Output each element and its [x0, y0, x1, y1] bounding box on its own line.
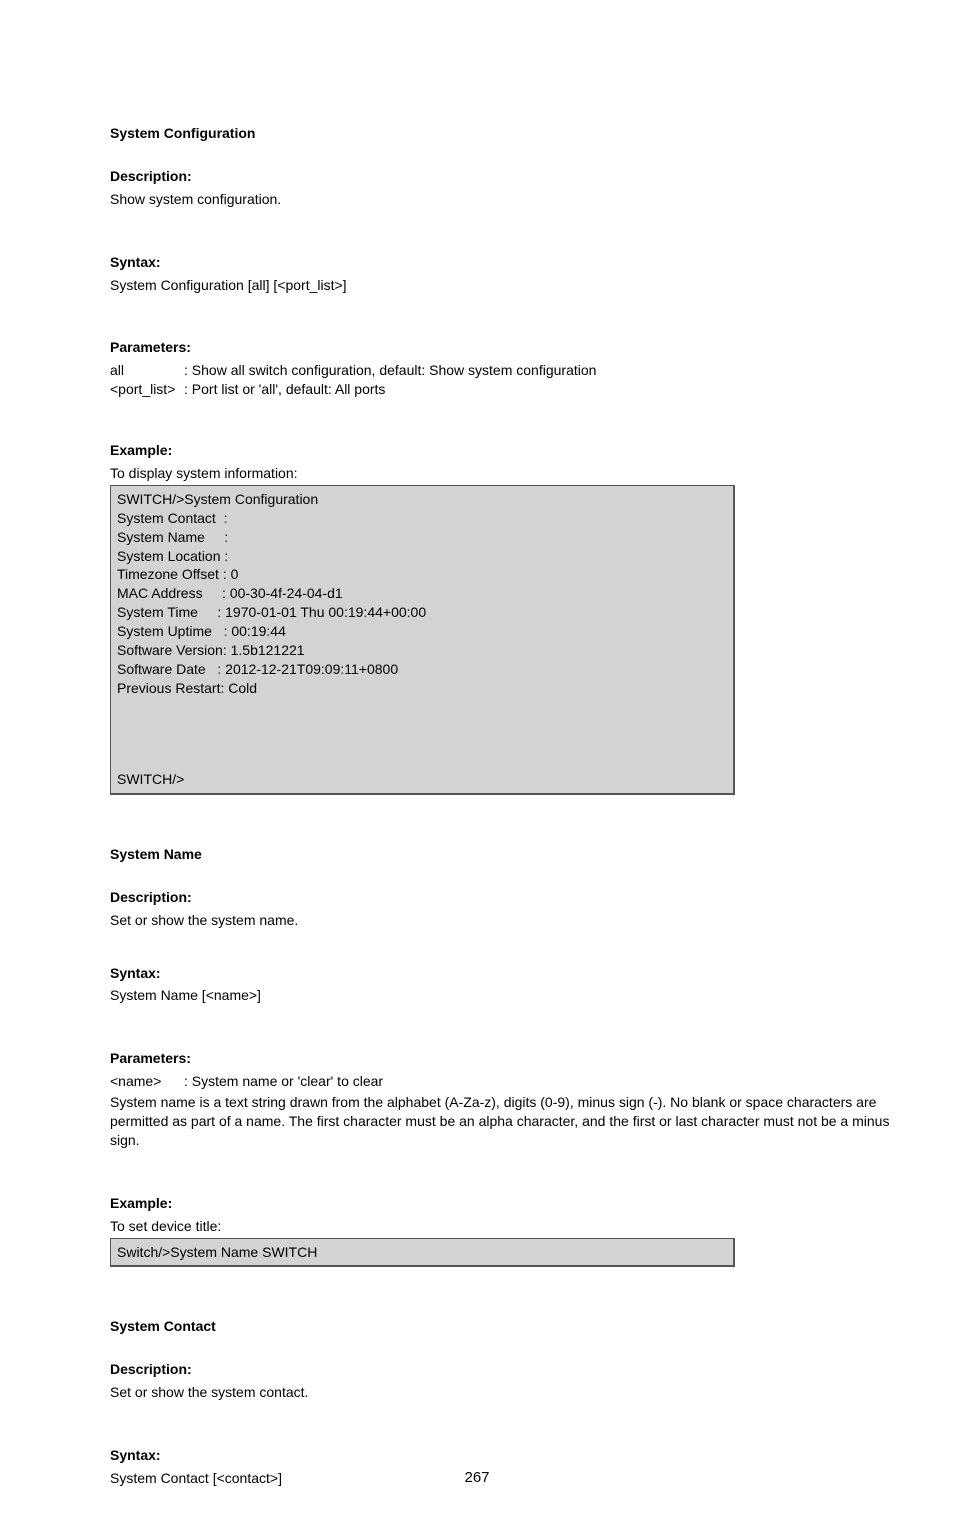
terminal-line: Timezone Offset : 0: [117, 565, 727, 584]
page-number: 267: [0, 1468, 954, 1488]
label-description: Description:: [110, 167, 894, 186]
label-description: Description:: [110, 1360, 894, 1379]
parameter-row: <port_list> : Port list or 'all', defaul…: [110, 380, 894, 399]
label-syntax: Syntax:: [110, 1446, 894, 1465]
text-description: Set or show the system contact.: [110, 1383, 894, 1402]
text-description: Set or show the system name.: [110, 911, 894, 930]
label-example: Example:: [110, 441, 894, 460]
terminal-line: Previous Restart: Cold: [117, 679, 727, 698]
parameter-desc: : Show all switch configuration, default…: [184, 361, 596, 380]
label-description: Description:: [110, 888, 894, 907]
terminal-line: Switch/>System Name SWITCH: [117, 1243, 727, 1262]
terminal-line: System Contact :: [117, 509, 727, 528]
terminal-output-system-name: Switch/>System Name SWITCH: [110, 1238, 735, 1268]
terminal-line: Software Date : 2012-12-21T09:09:11+0800: [117, 660, 727, 679]
parameter-row: all : Show all switch configuration, def…: [110, 361, 894, 380]
text-syntax: System Configuration [all] [<port_list>]: [110, 276, 894, 295]
parameter-key: <name>: [110, 1072, 180, 1091]
label-parameters: Parameters:: [110, 1049, 894, 1068]
parameter-desc: : System name or 'clear' to clear: [184, 1072, 383, 1091]
terminal-line: System Uptime : 00:19:44: [117, 622, 727, 641]
label-example: Example:: [110, 1194, 894, 1213]
parameter-key: <port_list>: [110, 380, 180, 399]
terminal-line: System Location :: [117, 547, 727, 566]
terminal-line: SWITCH/>: [117, 770, 184, 789]
section-title-system-contact: System Contact: [110, 1317, 894, 1336]
parameter-desc: : Port list or 'all', default: All ports: [184, 380, 385, 399]
terminal-line: MAC Address : 00-30-4f-24-04-d1: [117, 584, 727, 603]
text-parameter-note: System name is a text string drawn from …: [110, 1093, 894, 1150]
terminal-line: System Name :: [117, 528, 727, 547]
terminal-line: System Time : 1970-01-01 Thu 00:19:44+00…: [117, 603, 727, 622]
terminal-output-system-configuration: SWITCH/>System Configuration System Cont…: [110, 485, 735, 795]
page: System Configuration Description: Show s…: [0, 0, 954, 1530]
text-description: Show system configuration.: [110, 190, 894, 209]
parameter-key: all: [110, 361, 180, 380]
label-syntax: Syntax:: [110, 964, 894, 983]
terminal-line: Software Version: 1.5b121221: [117, 641, 727, 660]
label-parameters: Parameters:: [110, 338, 894, 357]
text-syntax: System Name [<name>]: [110, 986, 894, 1005]
section-title-system-name: System Name: [110, 845, 894, 864]
label-syntax: Syntax:: [110, 253, 894, 272]
text-example-lead: To display system information:: [110, 464, 894, 483]
parameter-row: <name> : System name or 'clear' to clear: [110, 1072, 894, 1091]
terminal-line: SWITCH/>System Configuration: [117, 490, 727, 509]
text-example-lead: To set device title:: [110, 1217, 894, 1236]
section-title-system-configuration: System Configuration: [110, 124, 894, 143]
